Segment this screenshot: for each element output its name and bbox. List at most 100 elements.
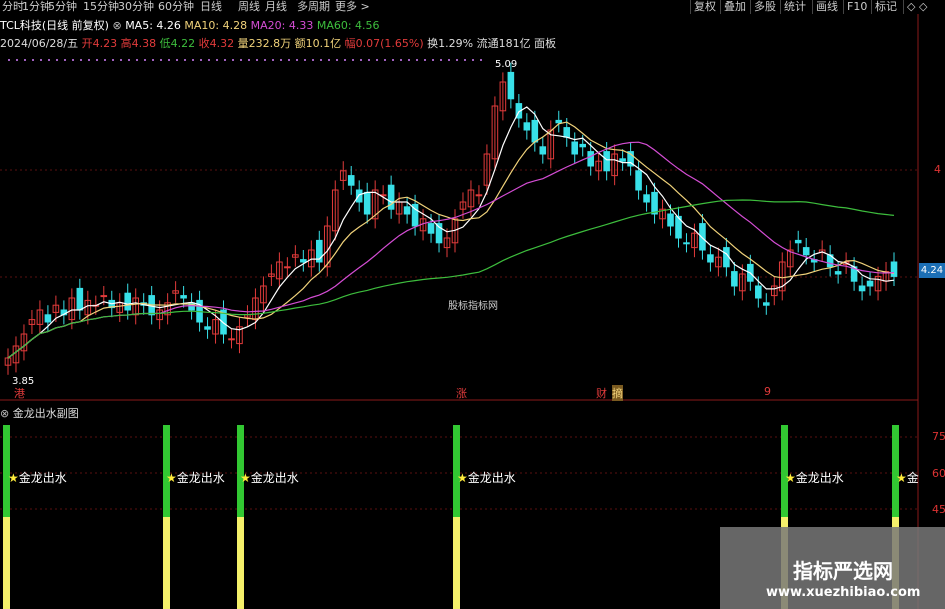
ma5-value: MA5: 4.26 [125, 19, 181, 32]
panel-button[interactable]: 面板 [534, 37, 556, 50]
dot-marker [168, 59, 170, 61]
tool-button-7[interactable]: ◇ ◇ [903, 0, 930, 14]
indicator-axis-75: 75 [932, 430, 945, 443]
indicator-name[interactable]: 金龙出水副图 [13, 407, 79, 420]
period-tab-2[interactable]: 5分钟 [48, 0, 77, 14]
candle-body [403, 206, 411, 215]
dot-marker [392, 59, 394, 61]
period-tab-8[interactable]: 月线 [265, 0, 287, 14]
candle-body [507, 71, 515, 100]
dot-marker [104, 59, 106, 61]
period-tab-0[interactable]: 分时 [2, 0, 24, 14]
period-tab-3[interactable]: 15分钟 [83, 0, 119, 14]
dot-marker [240, 59, 242, 61]
candle-body [890, 261, 898, 277]
dot-marker [264, 59, 266, 61]
candle-body [124, 292, 132, 311]
dot-marker [448, 59, 450, 61]
ma10-line [7, 121, 895, 359]
dot-marker [256, 59, 258, 61]
site-name: 指标严选网 [793, 559, 893, 583]
quote-low: 低4.22 [159, 37, 196, 50]
dot-marker [112, 59, 114, 61]
candle-body [707, 254, 714, 263]
period-tab-5[interactable]: 60分钟 [158, 0, 194, 14]
event-marker-hk[interactable]: 港 [14, 385, 25, 401]
dot-marker [72, 59, 74, 61]
event-marker-rise[interactable]: 涨 [456, 385, 467, 401]
candle-body [619, 158, 626, 162]
dot-marker [288, 59, 290, 61]
ma60-line [7, 199, 895, 359]
dot-marker [216, 59, 218, 61]
ma10-value: MA10: 4.28 [184, 19, 248, 32]
candle-body [523, 122, 531, 131]
dot-marker [304, 59, 306, 61]
candle-body [571, 141, 579, 155]
candle-body [643, 194, 650, 203]
stock-name[interactable]: TCL科技(日线 前复权) [0, 19, 109, 32]
dot-marker [144, 59, 146, 61]
period-tab-9[interactable]: 多周期 [297, 0, 330, 14]
site-url: www.xuezhibiao.com [766, 585, 921, 600]
candle-body [794, 239, 802, 244]
star-icon: ★ [896, 471, 907, 485]
event-marker-extract[interactable]: 摘 [612, 385, 623, 401]
dot-marker [424, 59, 426, 61]
signal-bar-yellow [163, 517, 170, 609]
signal-label: ★金龙出水 [240, 471, 299, 485]
tool-button-5[interactable]: F10 [843, 0, 870, 14]
dot-marker [192, 59, 194, 61]
dot-marker [120, 59, 122, 61]
tool-button-6[interactable]: 标记 [871, 0, 900, 14]
dot-marker [128, 59, 130, 61]
event-marker-finance[interactable]: 财 [596, 385, 607, 401]
period-tab-7[interactable]: 周线 [238, 0, 260, 14]
dot-marker [40, 59, 42, 61]
dot-marker [368, 59, 370, 61]
candle-body [180, 295, 187, 299]
tool-button-4[interactable]: 画线 [812, 0, 841, 14]
candle-body [363, 191, 371, 215]
dot-marker [312, 59, 314, 61]
settings-icon[interactable]: ⊗ [112, 19, 121, 32]
quote-date: 2024/06/28/五 [0, 37, 79, 50]
high-price-mark: 5.09 [495, 59, 518, 70]
event-marker-9[interactable]: 9 [764, 385, 771, 398]
period-tab-4[interactable]: 30分钟 [118, 0, 154, 14]
signal-label: ★金 [896, 471, 919, 485]
period-tab-10[interactable]: 更多 > [335, 0, 370, 14]
candle-body [228, 338, 235, 341]
dot-marker [184, 59, 186, 61]
period-tab-6[interactable]: 日线 [200, 0, 222, 14]
chart-watermark: 股标指标网 [448, 301, 498, 312]
candle-body [531, 119, 539, 143]
signal-label: ★金龙出水 [8, 471, 67, 485]
dot-marker [208, 59, 210, 61]
settings-icon[interactable]: ⊗ [0, 407, 9, 420]
period-tab-1[interactable]: 1分钟 [22, 0, 51, 14]
tool-button-1[interactable]: 叠加 [720, 0, 749, 14]
star-icon: ★ [785, 471, 796, 485]
quote-float-cap: 流通181亿 [476, 37, 531, 50]
dot-marker [136, 59, 138, 61]
tool-button-2[interactable]: 多股 [750, 0, 779, 14]
candle-body [635, 170, 642, 191]
signal-label: ★金龙出水 [457, 471, 516, 485]
dot-marker [408, 59, 410, 61]
dot-marker [472, 59, 474, 61]
tool-button-0[interactable]: 复权 [690, 0, 719, 14]
tool-button-3[interactable]: 统计 [780, 0, 809, 14]
dot-marker [376, 59, 378, 61]
dot-marker [440, 59, 442, 61]
site-watermark-overlay: 指标严选网 www.xuezhibiao.com [720, 527, 945, 609]
dot-marker [480, 59, 482, 61]
dot-marker [248, 59, 250, 61]
candle-body [355, 189, 363, 203]
candle-body [76, 287, 84, 311]
dot-marker [224, 59, 226, 61]
dot-marker [328, 59, 330, 61]
star-icon: ★ [166, 471, 177, 485]
header-ma-row: TCL科技(日线 前复权) ⊗ MA5: 4.26 MA10: 4.28 MA2… [0, 17, 380, 33]
ma20-value: MA20: 4.33 [250, 19, 314, 32]
